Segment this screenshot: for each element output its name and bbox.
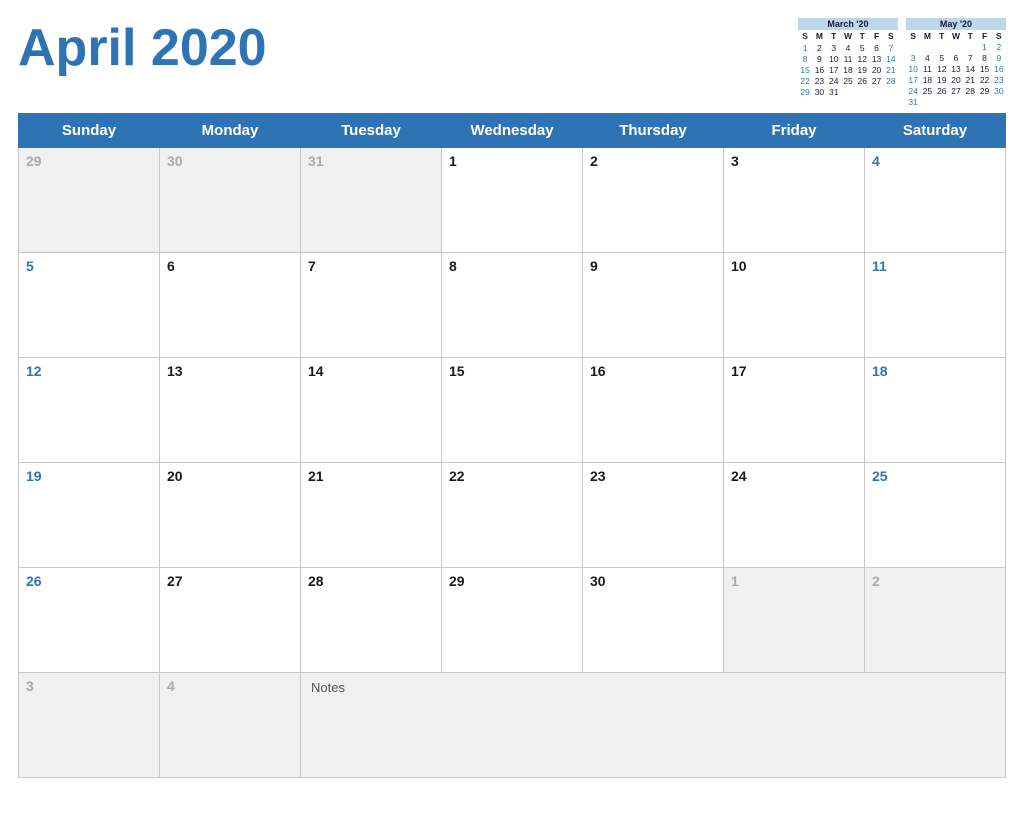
day-number: 16 (590, 363, 606, 379)
day-number: 1 (731, 573, 739, 589)
header-sunday: Sunday (19, 114, 160, 148)
mini-cal-march: March '20 SMTWTFS 1234567 891011121314 (798, 18, 898, 107)
day-cell[interactable]: 19 (19, 463, 160, 568)
day-number: 30 (167, 153, 183, 169)
day-cell[interactable]: 31 (301, 148, 442, 253)
day-cell[interactable]: 17 (724, 358, 865, 463)
day-cell[interactable]: 29 (19, 148, 160, 253)
day-number: 28 (308, 573, 324, 589)
day-number: 12 (26, 363, 42, 379)
day-number: 22 (449, 468, 465, 484)
header-monday: Monday (160, 114, 301, 148)
day-cell[interactable]: 27 (160, 568, 301, 673)
day-cell[interactable]: 1 (724, 568, 865, 673)
day-cell[interactable]: 7 (301, 253, 442, 358)
day-number: 3 (26, 678, 34, 694)
day-cell[interactable]: 26 (19, 568, 160, 673)
day-number: 18 (872, 363, 888, 379)
day-cell[interactable]: 18 (865, 358, 1006, 463)
day-cell[interactable]: 20 (160, 463, 301, 568)
day-cell[interactable]: 15 (442, 358, 583, 463)
day-number: 29 (449, 573, 465, 589)
day-number: 24 (731, 468, 747, 484)
day-cell[interactable]: 23 (583, 463, 724, 568)
day-number: 1 (449, 153, 457, 169)
day-cell[interactable]: 12 (19, 358, 160, 463)
week-row-2: 12 13 14 15 16 17 18 (19, 358, 1006, 463)
header-tuesday: Tuesday (301, 114, 442, 148)
day-number: 23 (590, 468, 606, 484)
day-cell[interactable]: 22 (442, 463, 583, 568)
day-number: 15 (449, 363, 465, 379)
day-number: 27 (167, 573, 183, 589)
day-number: 21 (308, 468, 324, 484)
day-number: 17 (731, 363, 747, 379)
day-number: 6 (167, 258, 175, 274)
main-calendar: Sunday Monday Tuesday Wednesday Thursday… (18, 113, 1006, 778)
day-cell[interactable]: 25 (865, 463, 1006, 568)
week-row-0: 29 30 31 1 2 3 4 (19, 148, 1006, 253)
header-saturday: Saturday (865, 114, 1006, 148)
day-cell[interactable]: 13 (160, 358, 301, 463)
day-number: 3 (731, 153, 739, 169)
day-number: 20 (167, 468, 183, 484)
day-number: 19 (26, 468, 42, 484)
day-cell[interactable]: 24 (724, 463, 865, 568)
day-cell[interactable]: 21 (301, 463, 442, 568)
day-cell[interactable]: 8 (442, 253, 583, 358)
week-row-4: 26 27 28 29 30 1 2 (19, 568, 1006, 673)
notes-cell[interactable]: Notes (301, 673, 1006, 778)
day-number: 31 (308, 153, 324, 169)
day-number: 9 (590, 258, 598, 274)
day-cell[interactable]: 2 (865, 568, 1006, 673)
day-number: 26 (26, 573, 42, 589)
day-cell[interactable]: 10 (724, 253, 865, 358)
day-cell[interactable]: 4 (160, 673, 301, 778)
week-row-1: 5 6 7 8 9 10 11 (19, 253, 1006, 358)
mini-cal-may: May '20 SMTWTFS 12 3456789 1011121314151… (906, 18, 1006, 107)
day-number: 30 (590, 573, 606, 589)
day-number: 8 (449, 258, 457, 274)
day-number: 13 (167, 363, 183, 379)
header-thursday: Thursday (583, 114, 724, 148)
day-cell[interactable]: 28 (301, 568, 442, 673)
weekday-header-row: Sunday Monday Tuesday Wednesday Thursday… (19, 114, 1006, 148)
day-cell[interactable]: 14 (301, 358, 442, 463)
mini-calendars: March '20 SMTWTFS 1234567 891011121314 (798, 18, 1006, 107)
day-cell[interactable]: 16 (583, 358, 724, 463)
day-number: 11 (872, 258, 887, 274)
day-cell[interactable]: 11 (865, 253, 1006, 358)
day-cell[interactable]: 30 (583, 568, 724, 673)
day-number: 5 (26, 258, 34, 274)
main-title: April 2020 (18, 18, 267, 74)
day-number: 29 (26, 153, 42, 169)
mini-cal-may-title: May '20 (906, 18, 1006, 30)
day-number: 14 (308, 363, 324, 379)
day-cell[interactable]: 29 (442, 568, 583, 673)
top-section: April 2020 March '20 SMTWTFS 1234567 (18, 18, 1006, 107)
day-cell[interactable]: 6 (160, 253, 301, 358)
day-cell[interactable]: 1 (442, 148, 583, 253)
day-number: 7 (308, 258, 316, 274)
day-number: 2 (590, 153, 598, 169)
day-cell[interactable]: 30 (160, 148, 301, 253)
day-number: 25 (872, 468, 888, 484)
mini-cal-march-title: March '20 (798, 18, 898, 30)
day-number: 4 (167, 678, 175, 694)
last-row: 3 4 Notes (19, 673, 1006, 778)
header-wednesday: Wednesday (442, 114, 583, 148)
day-number: 4 (872, 153, 880, 169)
day-cell[interactable]: 3 (19, 673, 160, 778)
day-number: 2 (872, 573, 880, 589)
week-row-3: 19 20 21 22 23 24 25 (19, 463, 1006, 568)
day-cell[interactable]: 2 (583, 148, 724, 253)
header-friday: Friday (724, 114, 865, 148)
day-number: 10 (731, 258, 747, 274)
day-cell[interactable]: 5 (19, 253, 160, 358)
day-cell[interactable]: 9 (583, 253, 724, 358)
day-cell[interactable]: 4 (865, 148, 1006, 253)
day-cell[interactable]: 3 (724, 148, 865, 253)
